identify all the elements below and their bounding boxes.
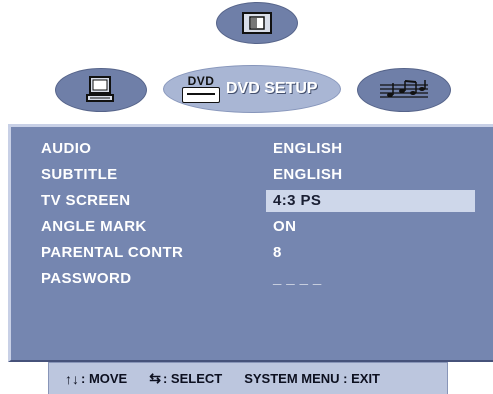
move-hint: ↑↓ : MOVE <box>65 371 127 387</box>
select-hint-text: : SELECT <box>162 371 223 386</box>
tab-dvd-setup[interactable]: DVD DVD SETUP <box>163 65 341 113</box>
music-notes-icon <box>380 80 428 98</box>
select-hint: ⇆ : SELECT <box>149 370 222 387</box>
setting-value[interactable]: ON <box>273 218 296 235</box>
settings-panel: AUDIO ENGLISH SUBTITLE ENGLISH TV SCREEN… <box>8 124 493 362</box>
setting-value[interactable]: _ _ _ _ <box>273 270 322 287</box>
setting-label: TV SCREEN <box>41 192 131 209</box>
monitor-icon <box>86 76 114 102</box>
setting-row-password[interactable]: PASSWORD _ _ _ _ <box>11 268 493 290</box>
setting-value[interactable]: ENGLISH <box>273 166 342 183</box>
setting-label: SUBTITLE <box>41 166 118 183</box>
setting-value[interactable]: 8 <box>273 244 282 261</box>
picture-icon <box>242 12 272 34</box>
dvd-logo-text: DVD <box>187 74 215 88</box>
setting-row-subtitle[interactable]: SUBTITLE ENGLISH <box>11 164 493 186</box>
picture-tab[interactable] <box>216 2 298 44</box>
dvd-logo-icon: DVD <box>182 75 220 103</box>
setting-label: PASSWORD <box>41 270 132 287</box>
setting-row-angle-mark[interactable]: ANGLE MARK ON <box>11 216 493 238</box>
tab-system[interactable] <box>55 68 147 112</box>
move-hint-text: : MOVE <box>81 371 128 386</box>
footer-hint-bar: ↑↓ : MOVE ⇆ : SELECT SYSTEM MENU : EXIT <box>48 362 448 394</box>
tab-audio[interactable] <box>357 68 451 112</box>
setting-label: AUDIO <box>41 140 92 157</box>
setting-label: ANGLE MARK <box>41 218 147 235</box>
setting-row-audio[interactable]: AUDIO ENGLISH <box>11 138 493 160</box>
exit-hint-text: SYSTEM MENU : EXIT <box>244 371 380 386</box>
setting-label: PARENTAL CONTR <box>41 244 184 261</box>
up-down-arrows-icon: ↑↓ <box>65 370 79 387</box>
setting-value-selected[interactable]: 4:3 PS <box>273 192 321 209</box>
left-right-arrows-icon: ⇆ <box>149 370 161 386</box>
setting-row-parental-control[interactable]: PARENTAL CONTR 8 <box>11 242 493 264</box>
dvd-setup-label: DVD SETUP <box>226 80 318 97</box>
setting-value[interactable]: ENGLISH <box>273 140 342 157</box>
setting-row-tv-screen[interactable]: TV SCREEN 4:3 PS <box>11 190 493 212</box>
dvd-tray-shape <box>182 87 220 103</box>
exit-hint: SYSTEM MENU : EXIT <box>244 371 380 386</box>
